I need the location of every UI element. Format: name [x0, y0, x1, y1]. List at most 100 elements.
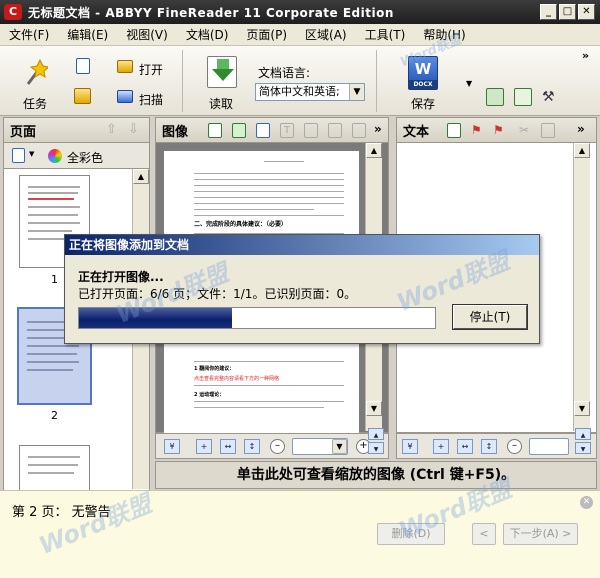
scroll-down-button[interactable]: ▼ — [574, 401, 590, 416]
word-docx-icon: W DOCX — [408, 56, 438, 90]
background-area-icon[interactable] — [352, 123, 366, 138]
stop-button[interactable]: 停止(T) — [452, 304, 528, 330]
page-view-icon[interactable] — [12, 148, 25, 163]
arrow-up-icon[interactable]: ▲ — [368, 428, 384, 440]
scan-button[interactable]: 扫描 — [139, 91, 163, 108]
pages-subtoolbar: ▼ 全彩色 — [3, 143, 150, 169]
fit-width-icon[interactable]: ↔ — [220, 439, 236, 454]
menu-help[interactable]: 帮助(H) — [414, 24, 474, 46]
scroll-up-button[interactable]: ▲ — [133, 169, 149, 184]
doc-label-2: 2 运动理论： — [194, 392, 225, 398]
text-panel-title: 文本 — [403, 124, 430, 140]
select-area-icon[interactable] — [256, 123, 270, 138]
progress-fill — [79, 308, 233, 328]
toolbar-divider — [182, 50, 183, 112]
image-panel-header: 图像 T » — [155, 117, 389, 143]
panel-more-icon[interactable]: » — [577, 122, 585, 136]
scroll-up-button[interactable]: ▲ — [574, 143, 590, 158]
text-scrollbar[interactable]: ▲ ▼ — [573, 143, 590, 431]
image-view-icon[interactable] — [486, 88, 504, 106]
zoom-out-icon[interactable]: – — [507, 439, 522, 454]
zoom-panel-hint[interactable]: 单击此处可查看缩放的图像 (Ctrl 键+F5)。 — [155, 461, 597, 489]
main-toolbar: 任务 打开 扫描 读取 文档语言: W DOCX 保存 ▼ ⚒ » — [0, 46, 600, 116]
picture-area-icon[interactable] — [304, 123, 318, 138]
zoom-out-icon[interactable]: – — [270, 439, 285, 454]
doc-language-select[interactable]: 简体中文和英语; ▼ — [255, 83, 365, 101]
delete-button[interactable]: 删除(D) — [377, 523, 445, 545]
progress-dialog: 正在将图像添加到文档 正在打开图像... 已打开页面：6/6 页；文件：1/1。… — [64, 234, 540, 344]
image-zoom-toolbar: ¥ + ↔ ↕ – ▼ + ▲ ▼ — [155, 428, 389, 459]
toolbar-divider — [376, 50, 377, 112]
copy-icon[interactable] — [541, 123, 555, 138]
panel-more-icon[interactable]: » — [374, 122, 382, 136]
doc-heading: 二、完成阶段的具体建议：（必要） — [194, 221, 288, 228]
task-label: 任务 — [23, 97, 48, 111]
fit-page-icon[interactable]: + — [196, 439, 212, 454]
menu-file[interactable]: 文件(F) — [0, 24, 58, 46]
next-step-button[interactable]: 下一步(A) > — [503, 523, 578, 545]
fit-height-icon[interactable]: ↕ — [481, 439, 497, 454]
save-dropdown-arrow-icon[interactable]: ▼ — [466, 80, 474, 88]
scroll-up-button[interactable]: ▲ — [366, 143, 382, 158]
menu-tools[interactable]: 工具(T) — [356, 24, 415, 46]
scroll-down-button[interactable]: ▼ — [366, 401, 382, 416]
save-label: 保存 — [411, 97, 436, 111]
dialog-status: 正在打开图像... — [78, 270, 164, 284]
menu-document[interactable]: 文档(D) — [177, 24, 238, 46]
color-mode-icon — [48, 149, 62, 163]
cut-icon[interactable]: ✂ — [519, 123, 533, 138]
next-error-icon[interactable]: ⚑ — [493, 123, 507, 138]
new-document-icon[interactable] — [76, 58, 90, 74]
fit-width-icon[interactable]: ↔ — [457, 439, 473, 454]
chevron-down-icon[interactable]: ▼ — [29, 150, 34, 158]
text-panel-header: 文本 ⚑ ⚑ ✂ » — [396, 117, 597, 143]
move-page-down-icon[interactable]: ⇩ — [128, 122, 139, 137]
wrench-icon[interactable]: ⚒ — [542, 89, 558, 105]
pages-panel-title: 页面 — [10, 124, 37, 140]
move-page-up-icon[interactable]: ⇧ — [106, 122, 117, 137]
zoom-input[interactable] — [529, 438, 569, 455]
fit-page-icon[interactable]: + — [433, 439, 449, 454]
minimize-button[interactable]: _ — [540, 4, 557, 20]
maximize-button[interactable]: □ — [559, 4, 576, 20]
scanner-icon — [117, 90, 133, 103]
toolbar-more-icon[interactable]: » — [582, 50, 594, 62]
window-title: 无标题文档 - ABBYY FineReader 11 Corporate Ed… — [28, 5, 394, 20]
open-button[interactable]: 打开 — [139, 61, 163, 78]
progress-bar — [78, 307, 436, 329]
previous-error-icon[interactable]: ⚑ — [471, 123, 485, 138]
previous-button[interactable]: < — [472, 523, 496, 545]
page-thumbnail-number: 1 — [51, 273, 58, 286]
verify-icon[interactable] — [447, 123, 461, 138]
menu-bar: 文件(F) 编辑(E) 视图(V) 文档(D) 页面(P) 区域(A) 工具(T… — [0, 24, 600, 46]
table-area-icon[interactable] — [328, 123, 342, 138]
copy-icon[interactable] — [74, 88, 91, 104]
doc-label-1: 1 翻阅你的建议： — [194, 366, 235, 372]
arrow-down-icon[interactable]: ▼ — [575, 442, 591, 454]
color-mode-label[interactable]: 全彩色 — [67, 149, 103, 166]
text-zoom-toolbar: ¥ + ↔ ↕ – ▲ ▼ — [396, 428, 597, 459]
text-view-icon[interactable] — [514, 88, 532, 106]
chevron-down-icon[interactable]: ▼ — [349, 84, 364, 100]
menu-page[interactable]: 页面(P) — [237, 24, 296, 46]
check-icon[interactable] — [208, 123, 222, 138]
doc-language-value: 简体中文和英语; — [259, 85, 340, 98]
menu-view[interactable]: 视图(V) — [117, 24, 177, 46]
text-area-icon[interactable]: T — [280, 123, 294, 138]
menu-area[interactable]: 区域(A) — [296, 24, 356, 46]
arrow-up-icon[interactable]: ▲ — [575, 428, 591, 440]
menu-edit[interactable]: 编辑(E) — [58, 24, 117, 46]
doc-language-label: 文档语言: — [258, 66, 311, 80]
page-thumbnail-3[interactable] — [19, 445, 90, 491]
warnings-panel: 第 2 页： 无警告 ✕ 删除(D) < 下一步(A) > — [0, 490, 600, 578]
close-icon[interactable]: ✕ — [580, 496, 593, 509]
collapse-icon[interactable]: ¥ — [402, 439, 418, 454]
arrow-down-icon[interactable]: ▼ — [368, 442, 384, 454]
fit-height-icon[interactable]: ↕ — [244, 439, 260, 454]
app-icon[interactable]: C — [4, 4, 22, 20]
chevron-down-icon[interactable]: ▼ — [332, 439, 347, 454]
collapse-icon[interactable]: ¥ — [164, 439, 180, 454]
close-button[interactable]: ✕ — [578, 4, 595, 20]
magic-wand-icon — [22, 58, 51, 86]
page-lines-icon[interactable] — [232, 123, 246, 138]
